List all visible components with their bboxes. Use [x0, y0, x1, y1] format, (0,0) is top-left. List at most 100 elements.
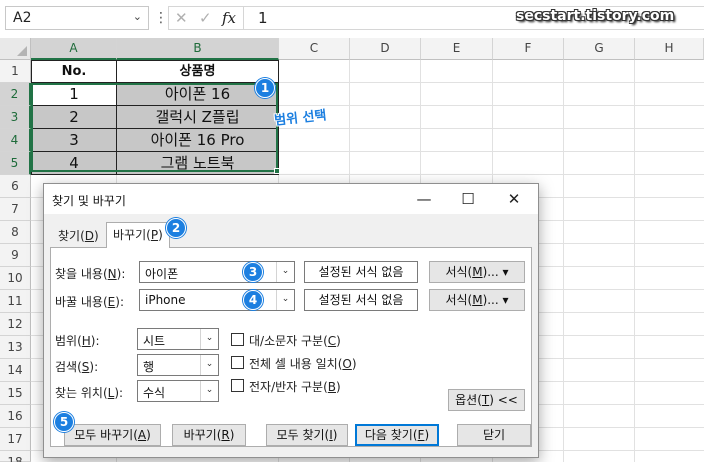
table-cell-product[interactable]: 갤럭시 Z플립	[116, 106, 279, 129]
row-header-13[interactable]: 13	[0, 336, 31, 359]
column-header-e[interactable]: E	[421, 38, 493, 60]
search-label: 검색(S):	[55, 358, 98, 375]
cancel-icon[interactable]: ✕	[175, 9, 188, 27]
row-header-16[interactable]: 16	[0, 405, 31, 428]
replace-all-text: 모두 바꾸기(	[74, 428, 138, 442]
insert-function-icon[interactable]: fx	[222, 9, 236, 27]
match-byte-text: 전자/반자 구분(	[249, 380, 328, 394]
table-cell-no[interactable]: 3	[31, 129, 117, 152]
table-cell-no[interactable]: 1	[31, 83, 117, 106]
chevron-down-icon[interactable]: ⌄	[276, 290, 294, 310]
chevron-down-icon[interactable]: ⌄	[200, 381, 218, 401]
dialog-titlebar[interactable]: 찾기 및 바꾸기 — ☐ ✕	[44, 184, 538, 214]
more-options-icon[interactable]: ⋮	[154, 10, 168, 26]
find-next-button[interactable]: 다음 찾기(F)	[355, 424, 439, 446]
row-header-15[interactable]: 15	[0, 382, 31, 405]
match-case-checkbox[interactable]	[231, 333, 244, 346]
row-header-2[interactable]: 2	[0, 83, 31, 106]
table-cell-no[interactable]: 2	[31, 106, 117, 129]
row-header-18[interactable]: 18	[0, 451, 31, 462]
column-header-c[interactable]: C	[279, 38, 350, 60]
column-header-g[interactable]: G	[564, 38, 635, 60]
row-header-6[interactable]: 6	[0, 175, 31, 198]
replace-end: )	[229, 428, 235, 442]
chevron-down-icon[interactable]: ⌄	[200, 329, 218, 349]
row-header-14[interactable]: 14	[0, 359, 31, 382]
select-all-corner[interactable]	[0, 38, 31, 60]
replace-with-input[interactable]: iPhone ⌄	[139, 289, 295, 311]
table-cell-product[interactable]: 아이폰 16 Pro	[116, 129, 279, 152]
tab-replace-label: 바꾸기(	[113, 228, 151, 242]
column-header-h[interactable]: H	[635, 38, 704, 60]
row-header-11[interactable]: 11	[0, 290, 31, 313]
find-next-text: 다음 찾기(	[364, 428, 418, 442]
match-byte-checkbox[interactable]	[231, 379, 244, 392]
watermark: secstart.tistory.com	[516, 8, 675, 24]
format-button-key: M	[472, 293, 483, 307]
options-button[interactable]: 옵션(T) <<	[448, 389, 525, 411]
find-all-end: )	[332, 428, 338, 442]
look-in-label-end: ):	[114, 386, 124, 400]
table-header-no[interactable]: No.	[31, 60, 117, 83]
search-order-value: 행	[143, 360, 155, 374]
column-header-d[interactable]: D	[350, 38, 421, 60]
find-replace-dialog: 찾기 및 바꾸기 — ☐ ✕ 찾기(D) 바꾸기(P) 2 찾을 내용(N): …	[43, 183, 539, 458]
tab-replace[interactable]: 바꾸기(P)	[106, 222, 170, 248]
find-what-value: 아이폰	[145, 267, 179, 281]
column-header-b[interactable]: B	[117, 38, 279, 60]
close-button[interactable]: 닫기	[457, 424, 531, 446]
find-what-input[interactable]: 아이폰 ⌄	[139, 261, 295, 283]
replace-format-button[interactable]: 서식(M)... ▾	[429, 289, 525, 311]
enter-icon[interactable]: ✓	[199, 9, 212, 27]
match-case-key: C	[327, 334, 337, 348]
column-header-f[interactable]: F	[493, 38, 564, 60]
format-button-end: )...	[482, 265, 499, 279]
row-header-10[interactable]: 10	[0, 267, 31, 290]
row-header-4[interactable]: 4	[0, 129, 31, 152]
search-label-text: 검색(	[55, 360, 82, 374]
name-box[interactable]: A2 ⌄	[5, 6, 149, 30]
row-header-5[interactable]: 5	[0, 152, 31, 175]
replace-button[interactable]: 바꾸기(R)	[172, 424, 246, 446]
row-header-17[interactable]: 17	[0, 428, 31, 451]
row-header-7[interactable]: 7	[0, 198, 31, 221]
find-format-button[interactable]: 서식(M)... ▾	[429, 261, 525, 283]
table-header-product[interactable]: 상품명	[116, 60, 279, 83]
step-badge-5: 5	[54, 412, 74, 432]
minimize-icon[interactable]: —	[402, 186, 446, 212]
replace-all-button[interactable]: 모두 바꾸기(A)	[64, 424, 161, 446]
row-header-1[interactable]: 1	[0, 60, 31, 83]
close-icon[interactable]: ✕	[492, 186, 536, 212]
table-cell-product[interactable]: 그램 노트북	[116, 152, 279, 175]
gridline	[634, 60, 635, 462]
look-in-select[interactable]: 수식 ⌄	[137, 380, 219, 402]
match-case-label[interactable]: 대/소문자 구분(C)	[249, 332, 341, 349]
look-in-label: 찾는 위치(L):	[55, 384, 123, 401]
chevron-down-icon[interactable]: ⌄	[276, 262, 294, 282]
table-cell-no[interactable]: 4	[31, 152, 117, 175]
match-byte-label[interactable]: 전자/반자 구분(B)	[249, 378, 341, 395]
tab-find-end: )	[94, 229, 99, 243]
match-entire-cell-checkbox[interactable]	[231, 356, 244, 369]
row-header-3[interactable]: 3	[0, 106, 31, 129]
dropdown-arrow-icon: ▾	[502, 293, 509, 307]
chevron-down-icon[interactable]: ⌄	[133, 10, 142, 23]
match-entire-cell-key: O	[342, 357, 352, 371]
match-entire-cell-text: 전체 셀 내용 일치(	[249, 357, 343, 371]
row-header-9[interactable]: 9	[0, 244, 31, 267]
formula-controls: ✕ ✓ fx	[168, 6, 244, 30]
search-order-select[interactable]: 행 ⌄	[137, 354, 219, 376]
find-all-button[interactable]: 모두 찾기(I)	[266, 424, 348, 446]
options-button-text: 옵션(	[455, 393, 482, 407]
tab-find[interactable]: 찾기(D)	[52, 226, 105, 248]
chevron-down-icon[interactable]: ⌄	[200, 355, 218, 375]
column-header-a[interactable]: A	[31, 38, 117, 60]
fill-handle[interactable]	[274, 168, 280, 174]
maximize-icon[interactable]: ☐	[446, 186, 490, 212]
row-header-8[interactable]: 8	[0, 221, 31, 244]
row-header-12[interactable]: 12	[0, 313, 31, 336]
look-in-label-text: 찾는 위치(	[55, 386, 108, 400]
search-label-end: ):	[89, 360, 99, 374]
match-entire-cell-label[interactable]: 전체 셀 내용 일치(O)	[249, 355, 357, 372]
within-select[interactable]: 시트 ⌄	[137, 328, 219, 350]
